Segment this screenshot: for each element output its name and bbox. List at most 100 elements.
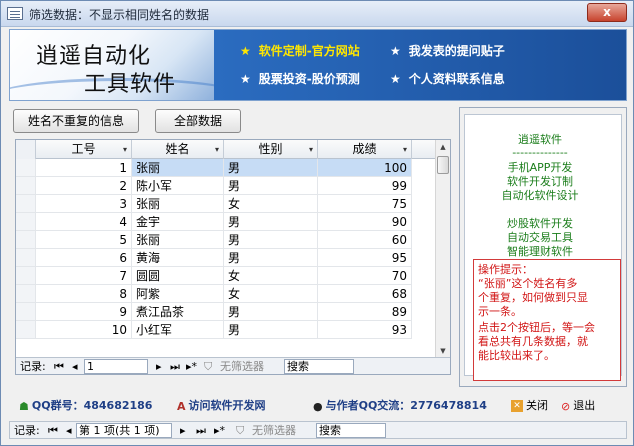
row-selector[interactable] <box>16 249 36 267</box>
cell-name[interactable]: 张丽 <box>132 231 224 249</box>
column-header-id[interactable]: 工号 ▾ <box>36 140 132 159</box>
cell-name[interactable]: 张丽 <box>132 159 224 177</box>
scroll-up-icon[interactable]: ▲ <box>437 140 449 154</box>
row-selector[interactable] <box>16 267 36 285</box>
title-bar: 筛选数据：不显示相同姓名的数据 x <box>1 1 633 27</box>
current-record-input[interactable]: 1 <box>84 359 148 374</box>
cell-id[interactable]: 5 <box>36 231 132 249</box>
cell-name[interactable]: 煮江品茶 <box>132 303 224 321</box>
row-selector[interactable] <box>16 321 36 339</box>
table-row[interactable]: 7 圆圆女 70 <box>16 267 436 285</box>
close-window-button[interactable]: x <box>587 3 627 22</box>
cell-id[interactable]: 6 <box>36 249 132 267</box>
row-selector[interactable] <box>16 159 36 177</box>
cell-id[interactable]: 3 <box>36 195 132 213</box>
cell-gender[interactable]: 男 <box>224 303 318 321</box>
all-data-button[interactable]: 全部数据 <box>155 109 241 133</box>
cell-score[interactable]: 75 <box>318 195 412 213</box>
row-selector[interactable] <box>16 231 36 249</box>
table-header: 工号 ▾ 姓名 ▾ 性别 ▾ 成绩 ▾ <box>16 140 436 159</box>
main-window: 筛选数据：不显示相同姓名的数据 x 逍遥自动化 工具软件 ★ 软件定制-官方网站 … <box>0 0 634 446</box>
table-row[interactable]: 4 金宇男 90 <box>16 213 436 231</box>
cell-name[interactable]: 圆圆 <box>132 267 224 285</box>
row-selector[interactable] <box>16 177 36 195</box>
table-row[interactable]: 9 煮江品茶男 89 <box>16 303 436 321</box>
cell-gender[interactable]: 男 <box>224 321 318 339</box>
row-selector[interactable] <box>16 195 36 213</box>
cell-gender[interactable]: 男 <box>224 231 318 249</box>
search-input[interactable]: 搜索 <box>284 359 354 374</box>
prev-record-button[interactable]: ◂ <box>66 424 72 438</box>
cell-score[interactable]: 99 <box>318 177 412 195</box>
table-row[interactable]: 5 张丽男 60 <box>16 231 436 249</box>
next-record-button[interactable]: ▸ <box>156 359 162 374</box>
no-filter-button[interactable]: 无筛选器 <box>252 424 296 438</box>
cell-name[interactable]: 阿紫 <box>132 285 224 303</box>
cell-id[interactable]: 1 <box>36 159 132 177</box>
cell-name[interactable]: 金宇 <box>132 213 224 231</box>
table-row[interactable]: 6 黄海男 95 <box>16 249 436 267</box>
cell-name[interactable]: 小红军 <box>132 321 224 339</box>
new-record-button[interactable]: ▸* <box>214 424 225 438</box>
row-selector[interactable] <box>16 303 36 321</box>
exit-button[interactable]: ⊘ 退出 <box>561 397 595 413</box>
cell-score[interactable]: 89 <box>318 303 412 321</box>
first-record-button[interactable]: ⏮ <box>48 424 58 438</box>
unique-names-button[interactable]: 姓名不重复的信息 <box>13 109 139 133</box>
prev-record-button[interactable]: ◂ <box>72 359 78 374</box>
cell-name[interactable]: 陈小军 <box>132 177 224 195</box>
cell-id[interactable]: 7 <box>36 267 132 285</box>
author-qq-link[interactable]: ● 与作者QQ交流：2776478814 <box>313 397 487 413</box>
cell-gender[interactable]: 女 <box>224 267 318 285</box>
cell-gender[interactable]: 女 <box>224 285 318 303</box>
cell-gender[interactable]: 男 <box>224 159 318 177</box>
no-filter-button[interactable]: 无筛选器 <box>220 359 264 374</box>
last-record-button[interactable]: ⏭ <box>196 424 206 438</box>
cell-name[interactable]: 黄海 <box>132 249 224 267</box>
table-row[interactable]: 8 阿紫女 68 <box>16 285 436 303</box>
table-row[interactable]: 2 陈小军男 99 <box>16 177 436 195</box>
cell-gender[interactable]: 男 <box>224 213 318 231</box>
column-header-score[interactable]: 成绩 ▾ <box>318 140 412 159</box>
cell-id[interactable]: 2 <box>36 177 132 195</box>
visit-site-link[interactable]: A 访问软件开发网 <box>177 397 266 413</box>
cell-name[interactable]: 张丽 <box>132 195 224 213</box>
new-record-button[interactable]: ▸* <box>186 359 197 374</box>
scroll-down-icon[interactable]: ▼ <box>437 344 449 358</box>
cell-id[interactable]: 10 <box>36 321 132 339</box>
cell-gender[interactable]: 男 <box>224 177 318 195</box>
scroll-thumb[interactable] <box>437 156 449 174</box>
row-selector[interactable] <box>16 285 36 303</box>
search-input[interactable]: 搜索 <box>316 423 386 438</box>
cell-score[interactable]: 95 <box>318 249 412 267</box>
link-contact-info[interactable]: ★ 个人资料联系信息 <box>390 70 505 87</box>
record-position[interactable]: 第 1 项(共 1 项) <box>76 423 172 438</box>
cell-score[interactable]: 93 <box>318 321 412 339</box>
column-header-name[interactable]: 姓名 ▾ <box>132 140 224 159</box>
cell-score[interactable]: 60 <box>318 231 412 249</box>
cell-score[interactable]: 70 <box>318 267 412 285</box>
table-row[interactable]: 10 小红军男 93 <box>16 321 436 339</box>
link-custom-software[interactable]: ★ 软件定制-官方网站 <box>240 42 360 59</box>
next-record-button[interactable]: ▸ <box>180 424 186 438</box>
cell-gender[interactable]: 女 <box>224 195 318 213</box>
cell-id[interactable]: 9 <box>36 303 132 321</box>
cell-id[interactable]: 4 <box>36 213 132 231</box>
vertical-scrollbar[interactable]: ▲ ▼ <box>435 140 450 358</box>
cell-score[interactable]: 100 <box>318 159 412 177</box>
cell-score[interactable]: 90 <box>318 213 412 231</box>
select-all-corner[interactable] <box>16 140 36 159</box>
close-form-button[interactable]: ✕ 关闭 <box>511 397 548 413</box>
table-row[interactable]: 3 张丽女 75 <box>16 195 436 213</box>
link-stock-prediction[interactable]: ★ 股票投资-股价预测 <box>240 70 360 87</box>
cell-id[interactable]: 8 <box>36 285 132 303</box>
first-record-button[interactable]: ⏮ <box>54 359 64 374</box>
column-header-gender[interactable]: 性别 ▾ <box>224 140 318 159</box>
table-row[interactable]: 1 张丽男 100 <box>16 159 436 177</box>
row-selector[interactable] <box>16 213 36 231</box>
link-my-posts[interactable]: ★ 我发表的提问贴子 <box>390 42 505 59</box>
cell-gender[interactable]: 男 <box>224 249 318 267</box>
last-record-button[interactable]: ⏭ <box>170 359 180 374</box>
qq-group-link[interactable]: ☗ QQ群号：484682186 <box>19 397 152 413</box>
cell-score[interactable]: 68 <box>318 285 412 303</box>
